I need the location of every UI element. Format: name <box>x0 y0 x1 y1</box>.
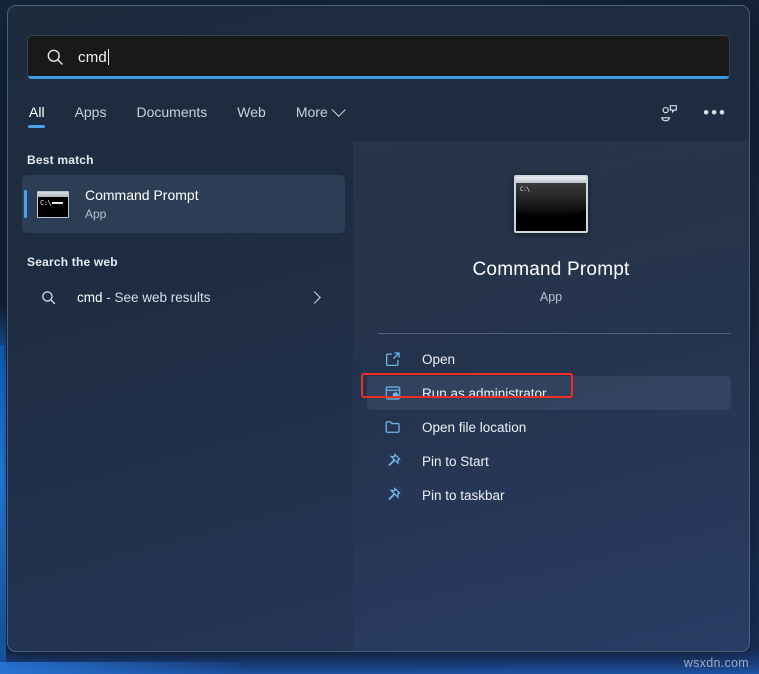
tab-all-label: All <box>29 104 45 120</box>
pin-icon <box>388 487 401 501</box>
more-options-button[interactable]: ••• <box>703 104 727 121</box>
taskbar-glow-left <box>0 662 240 674</box>
preview-divider <box>378 333 731 334</box>
action-run-as-administrator-label: Run as administrator <box>422 385 547 401</box>
web-result-row[interactable]: cmd - See web results <box>22 277 345 317</box>
search-focus-underline <box>28 76 729 79</box>
tab-apps-label: Apps <box>74 104 107 120</box>
action-list: Open Run as administrator Open file loca… <box>353 342 749 512</box>
watermark: wsxdn.com <box>683 656 749 670</box>
command-prompt-large-icon: C:\ <box>514 175 588 233</box>
action-pin-to-start[interactable]: Pin to Start <box>367 444 731 478</box>
chevron-right-icon[interactable] <box>308 290 321 304</box>
web-result-suffix: - See web results <box>102 289 211 305</box>
action-open[interactable]: Open <box>367 342 731 376</box>
tab-documents[interactable]: Documents <box>134 102 209 130</box>
tab-web-label: Web <box>237 104 266 120</box>
preview-header: C:\ Command Prompt App <box>353 141 749 304</box>
command-prompt-icon: C:\ <box>37 190 69 218</box>
text-caret <box>107 48 109 65</box>
web-result-query: cmd <box>77 289 103 305</box>
search-input-value: cmd <box>78 48 107 66</box>
selection-indicator <box>24 190 27 218</box>
feedback-person-icon[interactable] <box>659 103 679 123</box>
search-icon <box>42 290 56 304</box>
search-flyout: cmd All Apps Documents Web More ••• Best… <box>7 5 750 652</box>
tab-apps[interactable]: Apps <box>73 102 109 130</box>
action-pin-to-taskbar[interactable]: Pin to taskbar <box>367 478 731 512</box>
preview-panel: C:\ Command Prompt App Open Run as admin… <box>353 141 749 651</box>
tab-web[interactable]: Web <box>235 102 268 130</box>
tab-all[interactable]: All <box>27 102 47 130</box>
search-the-web-label: Search the web <box>27 255 118 269</box>
header-actions: ••• <box>659 103 727 123</box>
chevron-down-icon <box>331 102 346 117</box>
tab-more[interactable]: More <box>294 102 346 130</box>
tab-documents-label: Documents <box>136 104 208 120</box>
best-match-label: Best match <box>27 153 94 167</box>
run-as-admin-icon <box>385 386 401 400</box>
preview-title: Command Prompt <box>472 259 630 280</box>
best-match-text: Command Prompt App <box>85 187 199 221</box>
open-external-icon <box>385 352 400 367</box>
action-pin-to-taskbar-label: Pin to taskbar <box>422 487 505 503</box>
best-match-title: Command Prompt <box>85 187 199 203</box>
screen: cmd All Apps Documents Web More ••• Best… <box>0 0 759 674</box>
action-open-file-location[interactable]: Open file location <box>367 410 731 444</box>
pin-icon <box>388 453 401 467</box>
results-column: Best match C:\ Command Prompt App Search… <box>8 141 353 651</box>
desktop-edge-accent-lower <box>0 345 4 674</box>
best-match-subtitle: App <box>85 207 107 221</box>
action-open-label: Open <box>422 351 456 367</box>
search-input-value-wrap: cmd <box>78 48 109 66</box>
action-pin-to-start-label: Pin to Start <box>422 453 489 469</box>
filter-tabs: All Apps Documents Web More <box>27 102 346 130</box>
best-match-result[interactable]: C:\ Command Prompt App <box>22 175 345 233</box>
folder-icon <box>385 421 400 433</box>
preview-subtitle: App <box>539 290 563 304</box>
search-icon <box>47 49 64 66</box>
search-input[interactable]: cmd <box>27 35 730 79</box>
action-open-file-location-label: Open file location <box>422 419 527 435</box>
tab-more-label: More <box>295 104 328 120</box>
web-result-text: cmd - See web results <box>77 290 211 305</box>
action-run-as-administrator[interactable]: Run as administrator <box>367 376 731 410</box>
